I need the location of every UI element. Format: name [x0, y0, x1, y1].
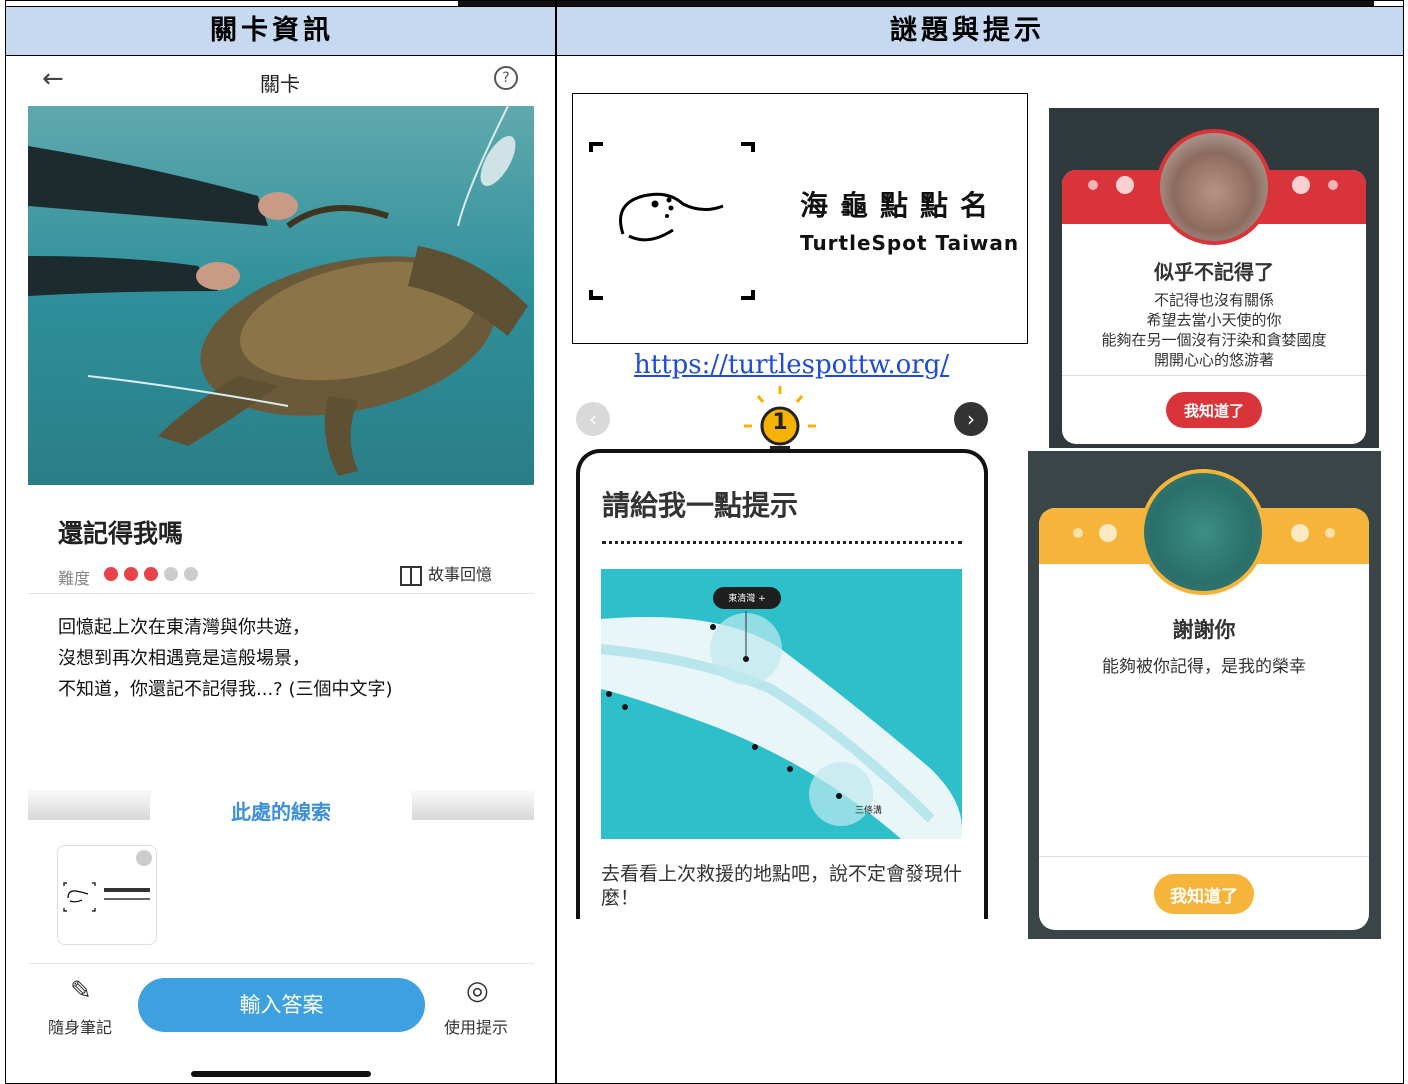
column-divider [555, 0, 557, 1084]
description-line: 沒想到再次相遇竟是這般場景， [58, 648, 310, 669]
difficulty-label: 難度 [58, 569, 91, 588]
modal-divider [1039, 856, 1369, 857]
hint-text: 去看看上次救援的地點吧，說不定會發現什麼！ [601, 863, 963, 909]
turtle-photo-avatar [1140, 469, 1266, 595]
forgot-modal-body: 不記得也沒有關係 希望去當小天使的你 能夠在另一個沒有汙染和貪婪國度 開開心心的… [1062, 290, 1366, 370]
divider [28, 593, 534, 594]
header-dot [1291, 524, 1309, 542]
story-label: 故事回憶 [428, 565, 493, 584]
clue-thumbnail-logo [63, 850, 152, 912]
forgot-modal-title: 似乎不記得了 [1154, 260, 1274, 284]
help-icon[interactable]: ? [494, 66, 518, 90]
level-title: 還記得我嗎 [58, 519, 184, 548]
page-title: 關卡 [260, 72, 300, 96]
story-memory-link[interactable]: 故事回憶 [400, 561, 492, 586]
difficulty-dot [104, 567, 118, 581]
turtle-photo-art [28, 106, 528, 476]
body-line: 希望去當小天使的你 [1146, 311, 1282, 329]
turtle-photo [28, 106, 534, 485]
header-puzzle-hints: 謎題與提示 [890, 15, 1045, 46]
map-art [601, 587, 962, 839]
clue-card[interactable] [57, 845, 157, 945]
difficulty-dot [184, 567, 198, 581]
enter-answer-button[interactable]: 輸入答案 [138, 978, 425, 1032]
header-dot [1099, 524, 1117, 542]
header-dot [1328, 180, 1338, 190]
header-dot [1073, 528, 1083, 538]
home-indicator [191, 1071, 371, 1077]
website-link[interactable]: https://turtlespottw.org/ [634, 350, 949, 380]
thanks-modal-title: 謝謝你 [1172, 618, 1236, 642]
header-dot [1325, 528, 1335, 538]
got-it-button[interactable]: 我知道了 [1154, 874, 1254, 914]
rescue-location-map: 東清灣 + 三條溝 [601, 569, 962, 839]
body-line: 能夠在另一個沒有汙染和貪婪國度 [1101, 331, 1327, 349]
next-hint-button[interactable]: › [954, 402, 988, 436]
level-description: 回憶起上次在東清灣與你共遊， 沒想到再次相遇竟是這般場景， 不知道，你還記不記得… [58, 612, 392, 705]
clue-section-title: 此處的線索 [231, 800, 331, 824]
bottom-bar-divider [28, 963, 534, 964]
logo-chinese-name: 海龜點點名 [800, 189, 1001, 222]
hint-dotted-divider [602, 541, 962, 544]
header-dot [1088, 180, 1098, 190]
description-line: 不知道，你還記不記得我...? (三個中文字) [58, 679, 393, 700]
got-it-button[interactable]: 我知道了 [1166, 392, 1262, 428]
body-line: 開開心心的悠游著 [1153, 351, 1274, 369]
prev-hint-button[interactable]: ‹ [576, 402, 610, 436]
hands-photo-avatar [1156, 129, 1272, 245]
body-line: 不記得也沒有關係 [1153, 291, 1274, 309]
book-icon [400, 565, 422, 586]
modal-divider [1062, 375, 1366, 376]
description-line: 回憶起上次在東清灣與你共遊， [58, 617, 310, 638]
thanks-modal-body: 能夠被你記得，是我的榮幸 [1102, 657, 1306, 677]
hint-number: 1 [772, 410, 788, 435]
header-level-info: 關卡資訊 [210, 15, 334, 46]
difficulty-rating [104, 566, 204, 585]
lightbulb-hint-icon[interactable]: ◎ [466, 976, 489, 1006]
notes-label[interactable]: 隨身筆記 [48, 1014, 112, 1038]
difficulty-dot [124, 567, 138, 581]
hint-title: 請給我一點提示 [602, 489, 799, 522]
header-dot [1292, 176, 1310, 194]
difficulty-dot [144, 567, 158, 581]
logo-english-name: TurtleSpot Taiwan [800, 231, 1020, 255]
use-hint-label[interactable]: 使用提示 [444, 1014, 508, 1038]
difficulty-dot [164, 567, 178, 581]
map-label-top: 東清灣 + [728, 594, 766, 604]
map-label-bottom: 三條溝 [855, 806, 883, 816]
back-arrow-icon[interactable]: ← [42, 64, 64, 94]
notes-edit-icon[interactable]: ✎ [70, 976, 92, 1006]
header-dot [1116, 176, 1134, 194]
